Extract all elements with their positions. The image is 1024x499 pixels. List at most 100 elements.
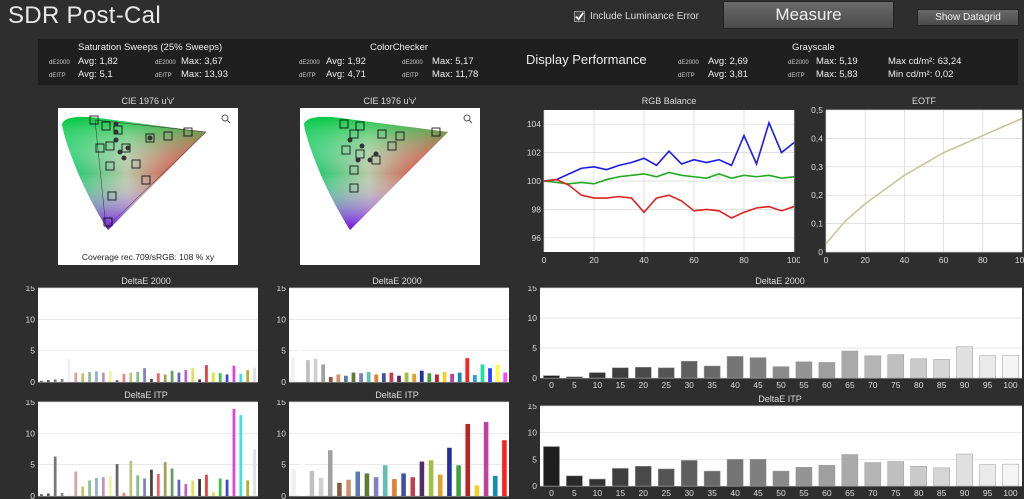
sat-de2000-title: DeltaE 2000 bbox=[121, 276, 171, 286]
bar bbox=[108, 370, 112, 382]
deitp-label: dEITP bbox=[402, 73, 419, 79]
bar bbox=[359, 373, 363, 382]
bar bbox=[143, 368, 146, 382]
saturation-de2000-chart[interactable]: 0 5 10 15 bbox=[20, 286, 260, 386]
x-tick-label: 20 bbox=[860, 255, 870, 265]
grayscale-max-cd: Max cd/m²: 63,24 bbox=[888, 56, 962, 67]
x-tick-label: 0 bbox=[824, 255, 829, 265]
eotf-chart[interactable]: 0 0,1 0,2 0,3 0,4 0,5 0 20 40 60 80 100 bbox=[800, 106, 1024, 270]
bar bbox=[543, 446, 560, 487]
bar bbox=[136, 371, 140, 382]
bar bbox=[910, 466, 927, 487]
gray-de2000-title: DeltaE 2000 bbox=[755, 276, 805, 286]
x-tick-label: 80 bbox=[914, 380, 924, 390]
bar bbox=[184, 484, 188, 496]
bar bbox=[374, 374, 379, 382]
bar bbox=[703, 470, 721, 487]
y-tick-label: 15 bbox=[277, 286, 287, 293]
bar bbox=[612, 367, 629, 379]
bar bbox=[253, 367, 256, 382]
grayscale-deitp-max: Max: 5,83 bbox=[816, 69, 858, 80]
colorchecker-de2000-avg: Avg: 1,92 bbox=[326, 56, 366, 67]
colorchecker-de2000-chart[interactable]: 0 5 10 15 bbox=[271, 286, 511, 386]
y-tick-label: 0 bbox=[30, 377, 35, 386]
bar bbox=[450, 373, 454, 382]
x-tick-label: 55 bbox=[799, 380, 809, 390]
grayscale-de2000-chart[interactable]: 0 5 10 15 0 5 10 15 20 25 30 35 40 45 50 55 60 65 70 75 80 85… bbox=[524, 286, 1024, 392]
deitp-label: dEITP bbox=[49, 73, 66, 79]
saturation-deitp-max: Max: 13,93 bbox=[181, 69, 228, 80]
include-luminance-checkbox[interactable]: Include Luminance Error bbox=[574, 11, 699, 22]
bar bbox=[232, 408, 236, 496]
zoom-icon[interactable] bbox=[221, 114, 231, 124]
checkbox-checked-icon[interactable] bbox=[574, 11, 585, 22]
x-tick-label: 90 bbox=[960, 488, 970, 498]
bar bbox=[177, 372, 181, 382]
bar bbox=[864, 355, 882, 379]
cie-left-panel[interactable]: Coverage rec.709/sRGB: 108 % xy bbox=[58, 108, 238, 265]
measure-button[interactable]: Measure bbox=[723, 1, 894, 29]
bar bbox=[887, 461, 905, 487]
bar bbox=[115, 380, 119, 382]
bar bbox=[74, 372, 78, 382]
x-tick-label: 85 bbox=[937, 488, 947, 498]
y-tick-label: 0 bbox=[532, 481, 537, 491]
bar bbox=[53, 456, 57, 496]
y-tick-label: 0,1 bbox=[811, 219, 823, 229]
cie-left-title: CIE 1976 u'v' bbox=[121, 96, 175, 106]
deitp-label: dEITP bbox=[788, 73, 805, 79]
x-tick-label: 60 bbox=[822, 380, 832, 390]
y-tick-label: 10 bbox=[528, 313, 538, 323]
bar bbox=[337, 482, 342, 496]
bar bbox=[81, 373, 85, 382]
x-tick-label: 0 bbox=[549, 380, 554, 390]
display-performance-summary: dE2000 Avg: 2,69 dEITP Avg: 3,81 bbox=[670, 39, 780, 85]
x-tick-label: 100 bbox=[1003, 488, 1017, 498]
y-tick-label: 102 bbox=[527, 148, 541, 158]
bar bbox=[495, 364, 500, 382]
x-tick-label: 65 bbox=[845, 488, 855, 498]
bar bbox=[435, 374, 439, 382]
bar bbox=[488, 368, 492, 382]
y-tick-label: 15 bbox=[277, 400, 287, 407]
dp-de2000-avg: Avg: 2,69 bbox=[708, 56, 748, 67]
saturation-itp-chart[interactable]: 0 5 10 15 bbox=[20, 400, 260, 499]
bar bbox=[474, 485, 480, 496]
bar bbox=[956, 453, 973, 487]
cc-itp-title: DeltaE ITP bbox=[375, 390, 419, 400]
bar bbox=[225, 479, 229, 496]
bar bbox=[381, 373, 386, 382]
colorchecker-itp-chart[interactable]: 0 5 10 15 bbox=[271, 400, 511, 499]
de2000-label: dE2000 bbox=[155, 60, 176, 66]
x-tick-label: 20 bbox=[639, 488, 649, 498]
bar bbox=[291, 469, 296, 496]
x-tick-label: 35 bbox=[707, 488, 717, 498]
bar bbox=[389, 372, 394, 382]
bar bbox=[184, 370, 188, 382]
bar bbox=[101, 477, 105, 496]
bar bbox=[253, 449, 256, 496]
cie-right-panel[interactable] bbox=[300, 108, 480, 265]
x-tick-label: 30 bbox=[684, 488, 694, 498]
rgb-balance-chart[interactable]: 96 98 100 102 104 0 20 40 60 80 100 bbox=[524, 106, 800, 270]
bar bbox=[218, 373, 222, 382]
rgb-balance-title: RGB Balance bbox=[641, 96, 697, 106]
x-tick-label: 55 bbox=[799, 488, 809, 498]
x-tick-label: 10 bbox=[593, 488, 603, 498]
show-datagrid-button[interactable]: Show Datagrid bbox=[917, 9, 1019, 26]
colorchecker-title: ColorChecker bbox=[370, 42, 429, 53]
bar bbox=[60, 378, 64, 382]
bar bbox=[933, 359, 950, 379]
de2000-label: dE2000 bbox=[49, 60, 70, 66]
x-tick-label: 35 bbox=[707, 380, 717, 390]
bar bbox=[122, 373, 126, 382]
bar bbox=[163, 462, 167, 496]
bar bbox=[543, 375, 560, 379]
grayscale-itp-chart[interactable]: 0 5 10 15 0 5 10 15 20 25 30 35 40 45 50 55 60 65 70 75 80 85… bbox=[524, 404, 1024, 499]
bar bbox=[726, 459, 744, 487]
grayscale-title: Grayscale bbox=[792, 42, 835, 53]
bar bbox=[246, 480, 250, 496]
bar bbox=[191, 480, 195, 496]
x-tick-label: 30 bbox=[684, 380, 694, 390]
zoom-icon[interactable] bbox=[463, 114, 473, 124]
